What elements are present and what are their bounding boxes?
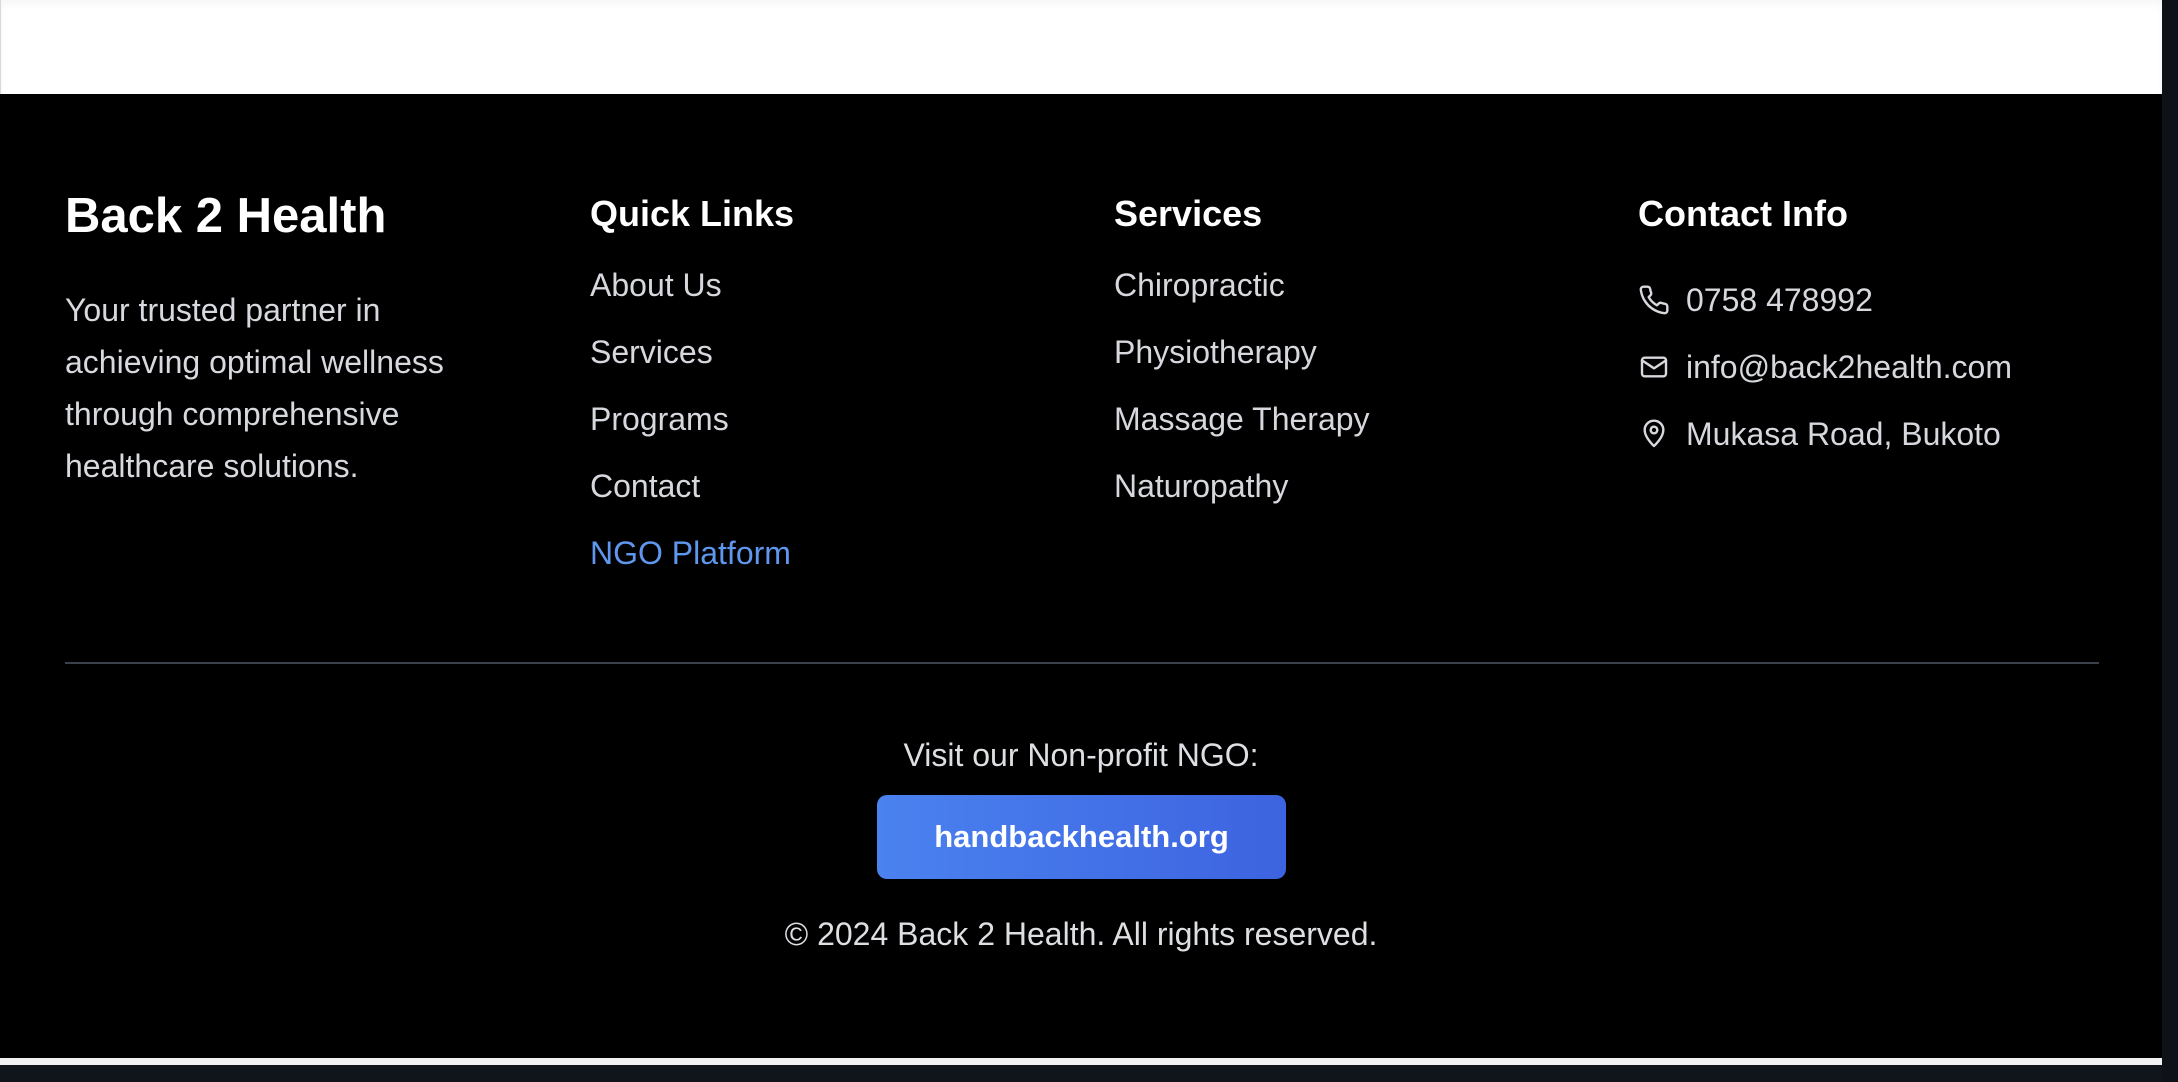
ngo-visit-text: Visit our Non-profit NGO: (903, 737, 1259, 773)
quick-link-programs[interactable]: Programs (590, 400, 791, 467)
contact-email-text: info@back2health.com (1686, 348, 2012, 385)
phone-icon (1638, 281, 1672, 319)
copyright-text: © 2024 Back 2 Health. All rights reserve… (784, 916, 1378, 952)
quick-link-services[interactable]: Services (590, 333, 791, 400)
quick-link-ngo-platform[interactable]: NGO Platform (590, 534, 791, 601)
site-footer: Back 2 Health Your trusted partner in ac… (0, 94, 2162, 1058)
brand-description: Your trusted partner in achieving optima… (65, 292, 444, 484)
contact-info-list: 0758 478992 info@back2health.com Mukasa … (1638, 266, 2012, 467)
quick-links-title: Quick Links (590, 193, 795, 234)
ngo-website-button[interactable]: handbackhealth.org (877, 795, 1286, 879)
quick-links-list: About Us Services Programs Contact NGO P… (590, 266, 791, 601)
service-link-naturopathy[interactable]: Naturopathy (1114, 467, 1370, 534)
service-link-massage-therapy[interactable]: Massage Therapy (1114, 400, 1370, 467)
contact-info-title: Contact Info (1638, 193, 1848, 234)
service-link-chiropractic[interactable]: Chiropractic (1114, 266, 1370, 333)
contact-location-text: Mukasa Road, Bukoto (1686, 415, 2001, 452)
quick-link-about-us[interactable]: About Us (590, 266, 791, 333)
footer-divider (65, 662, 2099, 664)
contact-phone-row[interactable]: 0758 478992 (1638, 266, 2012, 333)
top-content-area (0, 0, 2162, 94)
page: Back 2 Health Your trusted partner in ac… (0, 0, 2178, 1082)
mail-icon (1638, 348, 1672, 386)
services-list: Chiropractic Physiotherapy Massage Thera… (1114, 266, 1370, 534)
services-title: Services (1114, 193, 1263, 234)
service-link-physiotherapy[interactable]: Physiotherapy (1114, 333, 1370, 400)
contact-phone-text: 0758 478992 (1686, 281, 1873, 318)
location-pin-icon (1638, 415, 1672, 453)
quick-link-contact[interactable]: Contact (590, 467, 791, 534)
bottom-window-edge (0, 1058, 2162, 1065)
contact-location-row[interactable]: Mukasa Road, Bukoto (1638, 400, 2012, 467)
brand-title: Back 2 Health (65, 189, 387, 243)
right-window-edge (2162, 0, 2178, 1082)
contact-email-row[interactable]: info@back2health.com (1638, 333, 2012, 400)
